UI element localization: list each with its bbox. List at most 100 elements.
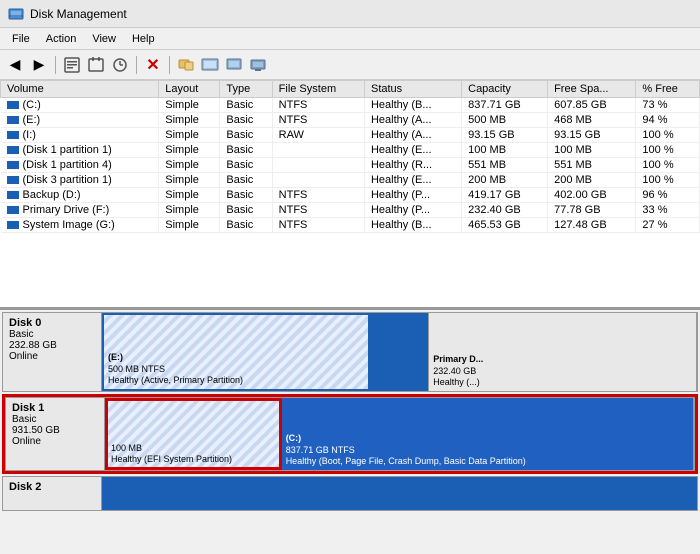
col-type[interactable]: Type — [220, 81, 272, 98]
cell-status: Healthy (P... — [364, 203, 461, 218]
cell-fs: NTFS — [272, 98, 364, 113]
cell-status: Healthy (A... — [364, 113, 461, 128]
toolbar-btn-8[interactable] — [199, 54, 221, 76]
disk1-row: Disk 1 Basic 931.50 GB Online 100 MB Hea… — [2, 394, 698, 474]
disk2-name: Disk 2 — [9, 481, 95, 493]
toolbar-sep-3 — [169, 56, 170, 74]
toolbar-btn-9[interactable] — [223, 54, 245, 76]
table-row[interactable]: (Disk 1 partition 4) Simple Basic Health… — [1, 158, 700, 173]
cell-fs: NTFS — [272, 188, 364, 203]
disk0-name: Disk 0 — [9, 317, 95, 329]
menu-help[interactable]: Help — [124, 31, 163, 47]
disk0-label: Disk 0 Basic 232.88 GB Online — [2, 312, 102, 392]
toolbar-btn-10[interactable] — [247, 54, 269, 76]
col-status[interactable]: Status — [364, 81, 461, 98]
col-pct[interactable]: % Free — [636, 81, 700, 98]
table-row[interactable]: Primary Drive (F:) Simple Basic NTFS Hea… — [1, 203, 700, 218]
cell-fs — [272, 143, 364, 158]
disk-table: Volume Layout Type File System Status Ca… — [0, 80, 700, 233]
cell-fs — [272, 158, 364, 173]
cell-type: Basic — [220, 173, 272, 188]
table-row[interactable]: (I:) Simple Basic RAW Healthy (A... 93.1… — [1, 128, 700, 143]
disk1-label: Disk 1 Basic 931.50 GB Online — [5, 397, 105, 471]
table-row[interactable]: Backup (D:) Simple Basic NTFS Healthy (P… — [1, 188, 700, 203]
cell-type: Basic — [220, 113, 272, 128]
toolbar-btn-7[interactable] — [175, 54, 197, 76]
menu-action[interactable]: Action — [38, 31, 85, 47]
menu-bar: File Action View Help — [0, 28, 700, 50]
table-row[interactable]: (C:) Simple Basic NTFS Healthy (B... 837… — [1, 98, 700, 113]
disk0-status: Online — [9, 351, 95, 362]
cell-volume: (I:) — [1, 128, 159, 143]
cell-free: 200 MB — [548, 173, 636, 188]
cell-fs — [272, 173, 364, 188]
cell-layout: Simple — [159, 173, 220, 188]
col-layout[interactable]: Layout — [159, 81, 220, 98]
app-icon — [8, 6, 24, 22]
cell-pct: 100 % — [636, 173, 700, 188]
disk0-size: 232.88 GB — [9, 340, 95, 351]
table-row[interactable]: (Disk 1 partition 1) Simple Basic Health… — [1, 143, 700, 158]
cell-pct: 100 % — [636, 128, 700, 143]
cell-layout: Simple — [159, 98, 220, 113]
disk0-partition-e[interactable]: (E:) 500 MB NTFS Healthy (Active, Primar… — [102, 313, 370, 391]
menu-file[interactable]: File — [4, 31, 38, 47]
cell-volume: Backup (D:) — [1, 188, 159, 203]
back-button[interactable]: ◀ — [4, 54, 26, 76]
cell-pct: 100 % — [636, 158, 700, 173]
cell-volume: (Disk 1 partition 1) — [1, 143, 159, 158]
cell-volume: (E:) — [1, 113, 159, 128]
cell-type: Basic — [220, 128, 272, 143]
cell-free: 100 MB — [548, 143, 636, 158]
cell-free: 468 MB — [548, 113, 636, 128]
toolbar-sep-1 — [55, 56, 56, 74]
cell-status: Healthy (A... — [364, 128, 461, 143]
disk0-row: Disk 0 Basic 232.88 GB Online (E:) 500 M… — [2, 312, 698, 392]
disk0-e-info: (E:) 500 MB NTFS Healthy (Active, Primar… — [108, 352, 364, 387]
cell-type: Basic — [220, 143, 272, 158]
forward-button[interactable]: ▶ — [28, 54, 50, 76]
cell-volume: (Disk 3 partition 1) — [1, 173, 159, 188]
table-row[interactable]: System Image (G:) Simple Basic NTFS Heal… — [1, 218, 700, 233]
cell-capacity: 93.15 GB — [462, 128, 548, 143]
cell-status: Healthy (B... — [364, 98, 461, 113]
toolbar-btn-4[interactable] — [85, 54, 107, 76]
toolbar-btn-5[interactable] — [109, 54, 131, 76]
col-volume[interactable]: Volume — [1, 81, 159, 98]
cell-pct: 27 % — [636, 218, 700, 233]
disk-table-area[interactable]: Volume Layout Type File System Status Ca… — [0, 80, 700, 310]
disk0-partition-mid — [370, 313, 430, 391]
cell-layout: Simple — [159, 143, 220, 158]
cell-status: Healthy (E... — [364, 143, 461, 158]
disk1-name: Disk 1 — [12, 402, 98, 414]
cell-pct: 100 % — [636, 143, 700, 158]
col-free[interactable]: Free Spa... — [548, 81, 636, 98]
disk1-type: Basic — [12, 414, 98, 425]
menu-view[interactable]: View — [84, 31, 124, 47]
disk1-size: 931.50 GB — [12, 425, 98, 436]
disk0-right-info: Primary D... 232.40 GB Healthy (...) — [433, 354, 692, 389]
cell-capacity: 232.40 GB — [462, 203, 548, 218]
cell-capacity: 419.17 GB — [462, 188, 548, 203]
table-row[interactable]: (E:) Simple Basic NTFS Healthy (A... 500… — [1, 113, 700, 128]
col-capacity[interactable]: Capacity — [462, 81, 548, 98]
cell-free: 402.00 GB — [548, 188, 636, 203]
disk0-partition-right[interactable]: Primary D... 232.40 GB Healthy (...) — [429, 313, 697, 391]
disk1-efi-info: 100 MB Healthy (EFI System Partition) — [111, 443, 276, 466]
table-row[interactable]: (Disk 3 partition 1) Simple Basic Health… — [1, 173, 700, 188]
toolbar: ◀ ▶ ✕ — [0, 50, 700, 80]
title-bar: Disk Management — [0, 0, 700, 28]
cell-free: 127.48 GB — [548, 218, 636, 233]
disk1-partition-c[interactable]: (C:) 837.71 GB NTFS Healthy (Boot, Page … — [282, 398, 694, 470]
cell-free: 551 MB — [548, 158, 636, 173]
toolbar-btn-3[interactable] — [61, 54, 83, 76]
col-fs[interactable]: File System — [272, 81, 364, 98]
disk1-partition-efi[interactable]: 100 MB Healthy (EFI System Partition) — [105, 398, 282, 470]
delete-button[interactable]: ✕ — [142, 54, 164, 76]
cell-type: Basic — [220, 98, 272, 113]
disk0-type: Basic — [9, 329, 95, 340]
cell-type: Basic — [220, 203, 272, 218]
cell-type: Basic — [220, 188, 272, 203]
cell-capacity: 465.53 GB — [462, 218, 548, 233]
cell-layout: Simple — [159, 218, 220, 233]
